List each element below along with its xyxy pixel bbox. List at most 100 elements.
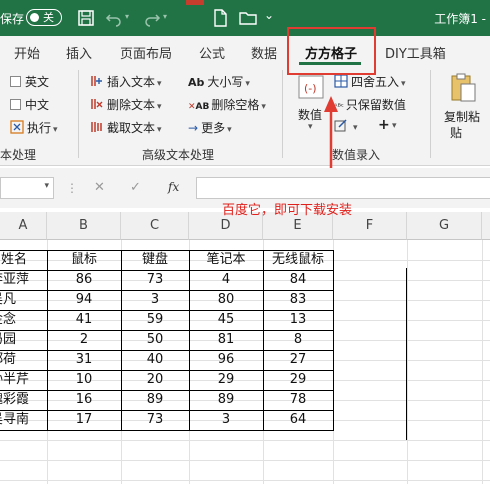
table-cell[interactable]: 李亚萍 [0,270,47,290]
tab-formulas[interactable]: 公式 [199,43,225,62]
table-cell[interactable]: 78 [263,390,333,410]
undo-dropdown-icon[interactable]: ▾ [125,12,129,21]
chevron-down-icon[interactable]: ▾ [308,122,313,132]
table-cell[interactable]: 魏彩霞 [0,390,47,410]
table-cell[interactable]: 3 [189,410,263,430]
undo-icon[interactable] [104,8,124,28]
table-cell[interactable]: 2 [47,330,121,350]
execute-button[interactable]: 执行 ▾ [10,119,58,136]
tab-insert[interactable]: 插入 [66,43,92,62]
table-cell[interactable]: 31 [47,350,121,370]
chevron-down-icon: ▾ [227,125,232,135]
document-title: 工作簿1 - [434,12,486,26]
table-header-cell[interactable]: 鼠标 [47,250,121,270]
plus-icon[interactable]: + [378,117,390,133]
tab-data[interactable]: 数据 [251,43,277,62]
formula-input[interactable] [196,177,490,199]
group-divider [430,70,431,158]
table-cell[interactable]: 83 [263,290,333,310]
english-checkbox[interactable]: 英文 [10,73,49,90]
table-cell[interactable]: 3 [121,290,189,310]
table-cell[interactable]: 96 [189,350,263,370]
drag-handle-icon[interactable]: ⋮ [66,181,78,195]
table-cell[interactable]: 64 [263,410,333,430]
gridline [407,240,408,484]
table-cell[interactable]: 84 [263,270,333,290]
insert-text-button[interactable]: 插入文本 ▾ [90,73,162,90]
table-cell[interactable]: 73 [121,410,189,430]
extract-text-button[interactable]: 截取文本 ▾ [90,119,162,136]
delete-space-button[interactable]: ✕AB 删除空格 ▾ [188,96,266,113]
table-header-cell[interactable]: 笔记本 [189,250,263,270]
table-cell[interactable]: 冯园 [0,330,47,350]
column-header-h[interactable] [482,212,490,240]
table-cell[interactable]: 20 [121,370,189,390]
table-cell[interactable]: 孙半芹 [0,370,47,390]
name-box[interactable]: ▾ [0,177,54,199]
table-cell[interactable]: 73 [121,270,189,290]
table-cell[interactable]: 59 [121,310,189,330]
table-cell[interactable]: 40 [121,350,189,370]
table-cell[interactable]: 吴凡 [0,290,47,310]
customize-toolbar-icon[interactable]: ⌄ [264,8,274,22]
tab-diy-toolbox[interactable]: DIY工具箱 [385,43,446,62]
table-cell[interactable]: 29 [189,370,263,390]
copy-paste-label: 复制粘 [444,110,481,124]
table-cell[interactable]: 吴寻南 [0,410,47,430]
new-file-icon[interactable] [210,8,230,28]
round-button[interactable]: 四舍五入 ▾ [334,73,406,90]
clipboard-icon [451,73,476,102]
confirm-icon[interactable]: ✓ [130,180,141,195]
delete-text-button[interactable]: 删除文本 ▾ [90,96,162,113]
table-cell[interactable]: 郑荷 [0,350,47,370]
spreadsheet-grid[interactable]: A B C D E F G 姓名 鼠标 键盘 笔记本 无线鼠标 李亚萍 86 7… [0,208,490,484]
column-header-g[interactable]: G [407,212,482,240]
save-icon[interactable] [76,8,96,28]
column-header-c[interactable]: C [121,212,189,240]
open-folder-icon[interactable] [238,8,258,28]
more-label: 更多 [201,121,226,135]
copy-paste-button[interactable] [448,72,478,104]
chevron-down-icon[interactable]: ▾ [392,121,397,131]
table-cell[interactable]: 81 [189,330,263,350]
copy-paste-label-2: 贴 [450,126,463,140]
cancel-icon[interactable]: ✕ [94,180,105,195]
table-cell[interactable]: 89 [189,390,263,410]
table-cell[interactable]: 金念 [0,310,47,330]
table-cell[interactable]: 45 [189,310,263,330]
table-cell[interactable]: 27 [263,350,333,370]
redo-dropdown-icon[interactable]: ▾ [163,12,167,21]
autosave-toggle[interactable]: 关 [26,9,62,26]
table-cell[interactable]: 86 [47,270,121,290]
chevron-down-icon: ▾ [157,79,162,89]
table-header-cell[interactable]: 键盘 [121,250,189,270]
table-cell[interactable]: 4 [189,270,263,290]
table-cell[interactable]: 94 [47,290,121,310]
table-cell[interactable]: 50 [121,330,189,350]
tab-page-layout[interactable]: 页面布局 [120,43,172,62]
table-cell[interactable]: 17 [47,410,121,430]
chinese-checkbox[interactable]: 中文 [10,96,49,113]
table-cell[interactable]: 8 [263,330,333,350]
table-header-cell[interactable]: 姓名 [0,250,47,270]
table-cell[interactable]: 29 [263,370,333,390]
table-cell[interactable]: 80 [189,290,263,310]
table-cell[interactable]: 10 [47,370,121,390]
more-button[interactable]: → 更多 ▾ [188,119,232,136]
redo-icon[interactable] [142,8,162,28]
table-cell[interactable]: 41 [47,310,121,330]
tab-home[interactable]: 开始 [14,43,40,62]
insert-function-button[interactable]: fx [168,180,179,194]
table-cell[interactable]: 13 [263,310,333,330]
column-header-b[interactable]: B [47,212,121,240]
ribbon-panel: 英文 中文 执行 ▾ 本处理 插入文本 ▾ 删除文本 ▾ 截取文本 ▾ Ab 大小写 ▾ ✕… [0,66,490,166]
column-header-a[interactable]: A [0,212,47,240]
table-header-cell[interactable]: 无线鼠标 [263,250,333,270]
table-cell[interactable]: 89 [121,390,189,410]
table-cell[interactable]: 16 [47,390,121,410]
keep-numeric-button[interactable]: ᴬᴮᶜ 只保留数值 [334,96,406,113]
table-border [0,430,334,431]
insert-text-icon [91,76,102,86]
case-button[interactable]: Ab 大小写 ▾ [188,73,250,90]
chevron-down-icon[interactable]: ▾ [44,181,49,191]
